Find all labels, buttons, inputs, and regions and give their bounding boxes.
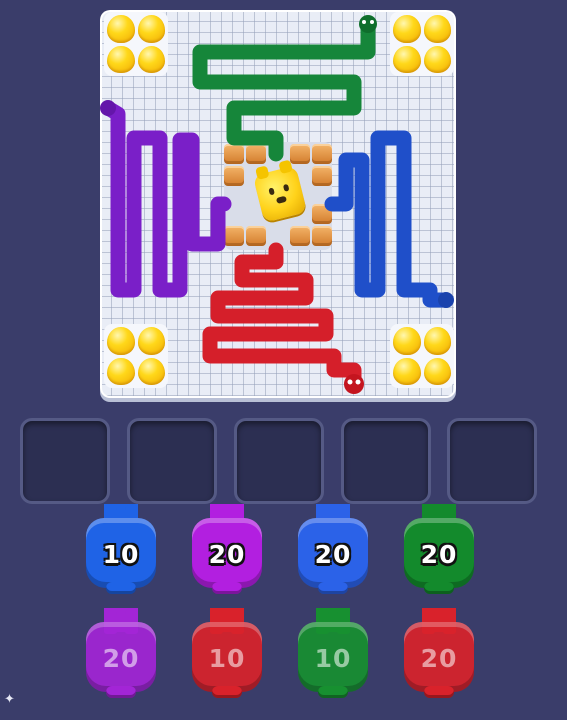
slot-5[interactable] [447, 418, 537, 504]
bunny-count: 20 [314, 540, 352, 569]
dog-eye-icon [282, 183, 290, 192]
slot-4[interactable] [341, 418, 431, 504]
bunny-count: 10 [102, 540, 140, 569]
green-snake[interactable] [192, 18, 376, 162]
red-snake-eye [355, 379, 361, 385]
dog-eye-icon [268, 187, 275, 196]
dog-nose-icon [275, 195, 288, 204]
sparkle-icon: ✦ [4, 692, 15, 707]
blue-snake-head [438, 292, 454, 308]
slot-1[interactable] [20, 418, 110, 504]
bunny-front-2[interactable]: 20 [192, 504, 262, 596]
slot-2[interactable] [127, 418, 217, 504]
green-snake-head [359, 15, 377, 33]
red-snake[interactable] [202, 242, 362, 392]
bunny-back-2: 10 [192, 608, 262, 700]
red-snake-head [344, 374, 364, 394]
purple-snake-head [100, 100, 116, 116]
bunny-count: 10 [314, 644, 352, 673]
bunny-count: 20 [420, 540, 458, 569]
bunny-count: 10 [208, 644, 246, 673]
bunny-back-4: 20 [404, 608, 474, 700]
bunny-back-1: 20 [86, 608, 156, 700]
bunny-front-1[interactable]: 10 [86, 504, 156, 596]
bunny-front-4[interactable]: 20 [404, 504, 474, 596]
green-snake-eye [370, 20, 374, 24]
bunny-count: 20 [208, 540, 246, 569]
bunny-count: 20 [420, 644, 458, 673]
bunny-back-3: 10 [298, 608, 368, 700]
purple-snake[interactable] [100, 100, 232, 298]
red-snake-eye [347, 379, 353, 385]
game-board [100, 10, 456, 398]
bunny-count: 20 [102, 644, 140, 673]
green-snake-eye [362, 20, 366, 24]
blue-snake[interactable] [324, 130, 454, 308]
bunny-front-3[interactable]: 20 [298, 504, 368, 596]
slot-3[interactable] [234, 418, 324, 504]
